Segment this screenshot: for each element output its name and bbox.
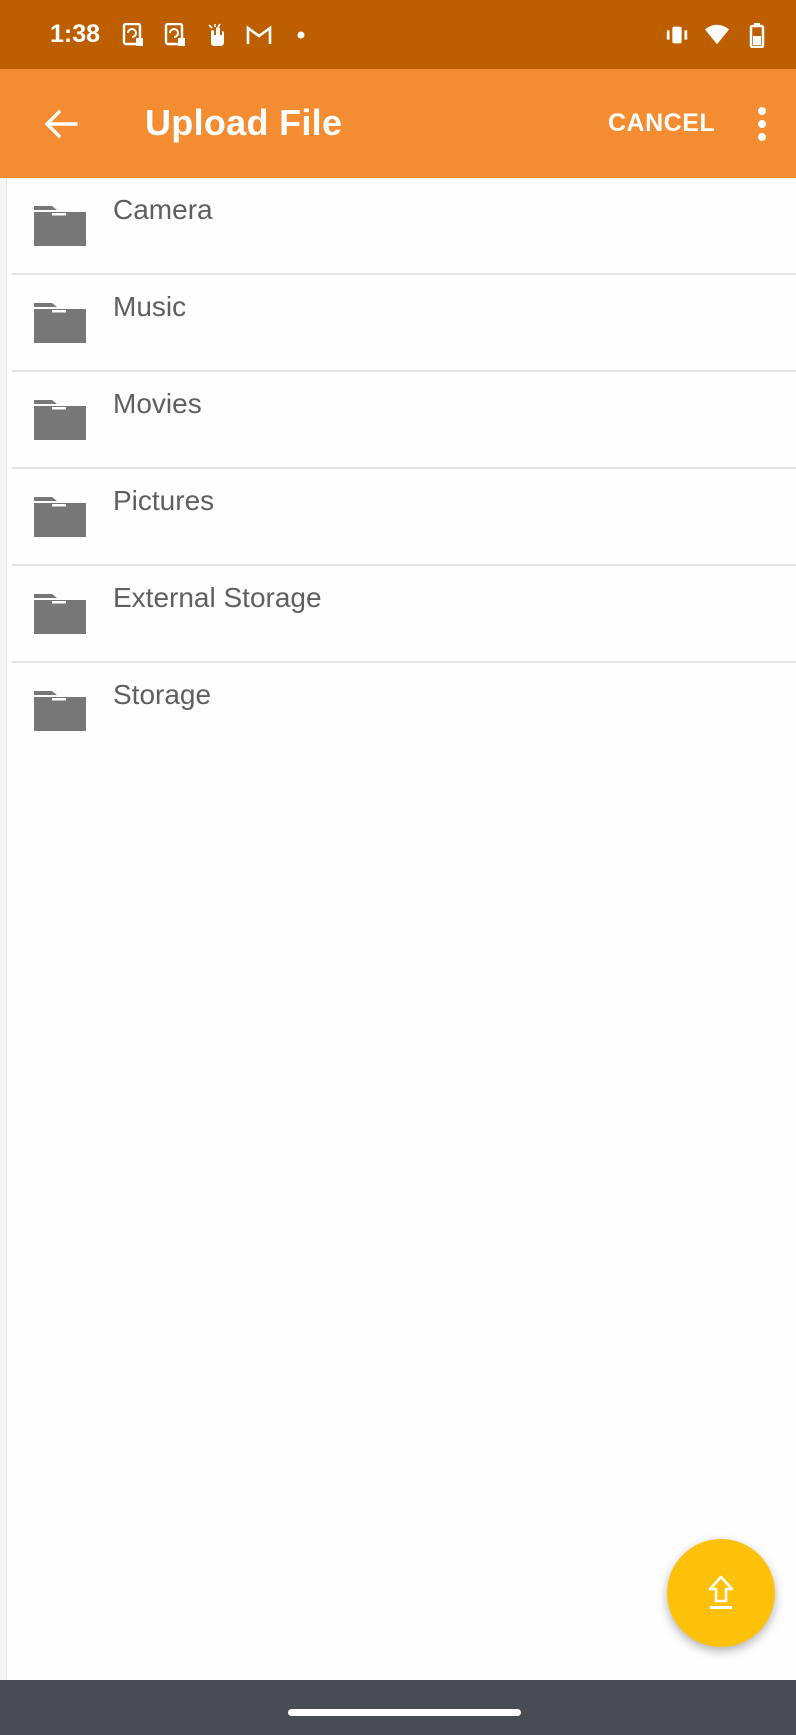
phone-sync-icon bbox=[162, 22, 188, 48]
folder-item-music[interactable]: Music bbox=[12, 275, 796, 372]
folder-item-external-storage[interactable]: External Storage bbox=[12, 566, 796, 663]
folder-label: Music bbox=[113, 291, 187, 322]
home-gesture-handle[interactable] bbox=[288, 1709, 521, 1716]
folder-item-pictures[interactable]: Pictures bbox=[12, 469, 796, 566]
page-title: Upload File bbox=[145, 102, 343, 143]
system-icons bbox=[664, 0, 770, 69]
app-bar: Upload File CANCEL bbox=[0, 69, 796, 178]
back-arrow-icon bbox=[44, 109, 78, 139]
upload-fab[interactable] bbox=[667, 1539, 775, 1647]
folder-label: Movies bbox=[113, 388, 202, 419]
folder-icon bbox=[34, 497, 86, 537]
left-edge bbox=[0, 178, 7, 1680]
upload-icon bbox=[708, 1575, 734, 1609]
folder-icon bbox=[34, 303, 86, 343]
folder-item-camera[interactable]: Camera bbox=[12, 178, 796, 275]
folder-icon bbox=[34, 594, 86, 634]
status-bar: 1:38 bbox=[0, 0, 796, 69]
wifi-icon bbox=[704, 22, 730, 48]
folder-item-movies[interactable]: Movies bbox=[12, 372, 796, 469]
folder-icon bbox=[34, 691, 86, 731]
folder-label: Storage bbox=[113, 679, 212, 710]
hand-gesture-icon bbox=[204, 22, 230, 48]
folder-label: External Storage bbox=[113, 582, 322, 613]
gmail-icon bbox=[246, 22, 272, 48]
phone-sync-icon bbox=[120, 22, 146, 48]
folder-label: Camera bbox=[113, 194, 213, 225]
vibrate-icon bbox=[664, 22, 690, 48]
overflow-menu-button[interactable] bbox=[744, 99, 780, 149]
folder-label: Pictures bbox=[113, 485, 215, 516]
folder-icon bbox=[34, 206, 86, 246]
folder-icon bbox=[34, 400, 86, 440]
notification-icons bbox=[120, 22, 314, 48]
more-vert-icon bbox=[758, 107, 766, 141]
cancel-button[interactable]: CANCEL bbox=[608, 109, 715, 138]
battery-icon bbox=[744, 22, 770, 48]
folder-list: Camera Music Movies Pictures External St… bbox=[12, 178, 796, 758]
system-nav-bar bbox=[0, 1680, 796, 1735]
status-time: 1:38 bbox=[50, 20, 101, 48]
dot-icon bbox=[288, 22, 314, 48]
folder-item-storage[interactable]: Storage bbox=[12, 663, 796, 758]
back-button[interactable] bbox=[36, 99, 86, 149]
